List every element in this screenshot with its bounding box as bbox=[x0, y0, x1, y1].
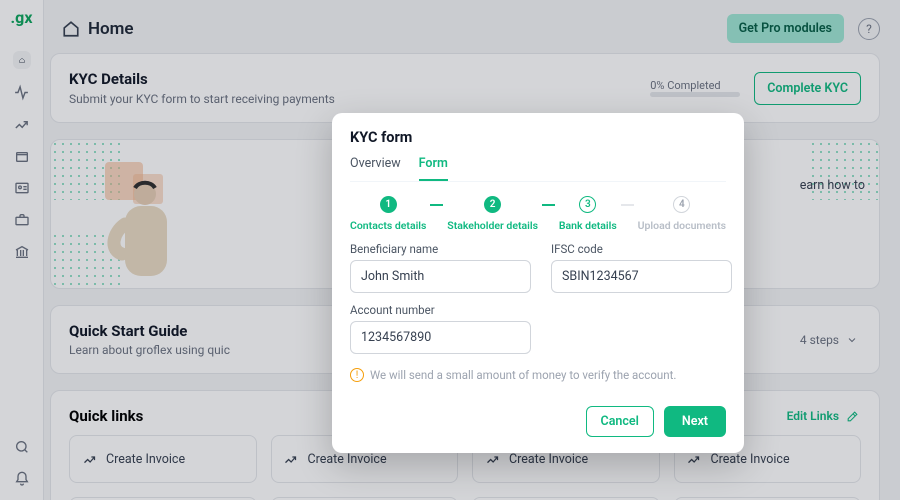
cancel-button[interactable]: Cancel bbox=[586, 406, 654, 437]
next-button[interactable]: Next bbox=[664, 406, 726, 437]
tab-overview[interactable]: Overview bbox=[350, 156, 401, 181]
ifsc-input[interactable] bbox=[551, 260, 732, 293]
beneficiary-label: Beneficiary name bbox=[350, 242, 531, 256]
step-label: Bank details bbox=[559, 219, 617, 232]
beneficiary-input[interactable] bbox=[350, 260, 531, 293]
warning-icon: ! bbox=[350, 368, 364, 382]
step-label: Contacts details bbox=[350, 219, 426, 232]
ifsc-label: IFSC code bbox=[551, 242, 732, 256]
step-label: Stakeholder details bbox=[447, 219, 538, 232]
step-stakeholder[interactable]: 2 Stakeholder details bbox=[447, 196, 538, 232]
step-label: Upload documents bbox=[638, 219, 726, 232]
step-bank[interactable]: 3 Bank details bbox=[559, 196, 617, 232]
form-stepper: 1 Contacts details 2 Stakeholder details… bbox=[350, 196, 726, 232]
note-text: We will send a small amount of money to … bbox=[370, 368, 676, 382]
step-upload[interactable]: 4 Upload documents bbox=[638, 196, 726, 232]
modal-title: KYC form bbox=[350, 129, 726, 146]
tab-form[interactable]: Form bbox=[419, 156, 448, 181]
account-input[interactable] bbox=[350, 321, 531, 354]
account-label: Account number bbox=[350, 303, 531, 317]
kyc-form-modal: KYC form Overview Form 1 Contacts detail… bbox=[332, 113, 744, 453]
verification-note: ! We will send a small amount of money t… bbox=[350, 368, 726, 382]
step-contacts[interactable]: 1 Contacts details bbox=[350, 196, 426, 232]
